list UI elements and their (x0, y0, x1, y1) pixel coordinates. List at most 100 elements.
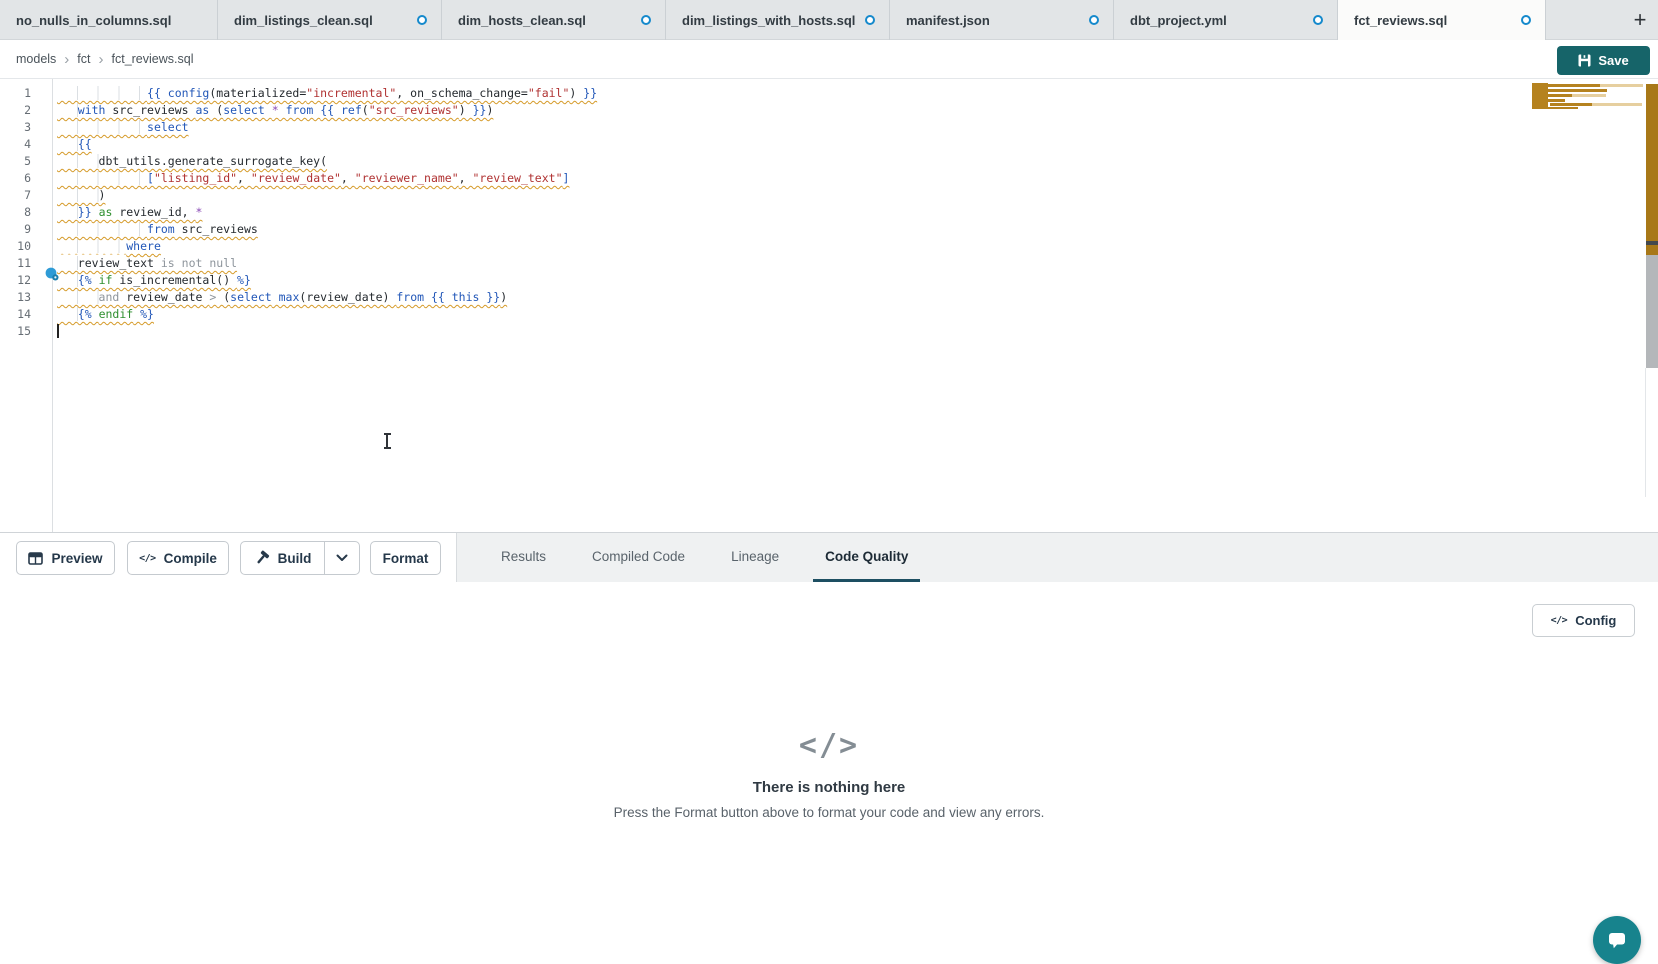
panel-tab-results[interactable]: Results (489, 533, 558, 582)
line-number: 12 (0, 272, 31, 289)
file-tab-fct_reviews.sql[interactable]: fct_reviews.sql (1338, 0, 1546, 40)
indent-whitespace (57, 205, 78, 219)
modified-dot-icon (1521, 15, 1531, 25)
code-token: }} (583, 86, 597, 100)
compile-button[interactable]: </> Compile (127, 541, 229, 575)
code-token: ) (459, 103, 473, 117)
line-number: 7 (0, 187, 31, 204)
code-token: {{ (320, 103, 341, 117)
code-token: }} (473, 103, 487, 117)
code-line-2[interactable]: 2 with src_reviews as (select * from {{ … (0, 102, 1500, 119)
panel-tab-strip: Results Compiled Code Lineage Code Quality (456, 533, 1658, 582)
breadcrumb-item[interactable]: fct (77, 52, 90, 66)
code-token: (review_date) (299, 290, 396, 304)
code-token: {% (78, 307, 99, 321)
breadcrumb-item[interactable]: models (16, 52, 56, 66)
code-line-text: ) (57, 188, 105, 202)
quick-fix-lightbulb-icon[interactable] (44, 266, 60, 282)
file-tab-dim_listings_with_hosts.sql[interactable]: dim_listings_with_hosts.sql (666, 0, 890, 40)
code-token: * (196, 205, 203, 219)
preview-button[interactable]: Preview (16, 541, 115, 575)
indent-whitespace (57, 256, 78, 270)
minimap-bar (1592, 103, 1642, 106)
new-tab-button[interactable]: + (1626, 5, 1654, 35)
build-button[interactable]: Build (240, 541, 325, 575)
code-line-8[interactable]: 8 }} as review_id, * (0, 204, 1500, 221)
code-line-7[interactable]: 7 ) (0, 187, 1500, 204)
panel-tab-compiled-code[interactable]: Compiled Code (580, 533, 697, 582)
breadcrumb-item[interactable]: fct_reviews.sql (112, 52, 194, 66)
minimap-bar (1600, 84, 1643, 87)
code-token: %} (140, 307, 154, 321)
format-button[interactable]: Format (370, 541, 441, 575)
indent-whitespace (57, 171, 147, 185)
code-token: ] (563, 171, 570, 185)
help-chat-button[interactable] (1593, 916, 1641, 964)
path-bar: models›fct›fct_reviews.sql (0, 40, 1658, 79)
code-token: "review_text" (473, 171, 563, 185)
save-button-label: Save (1598, 53, 1628, 68)
code-line-10[interactable]: 10 where (0, 238, 1500, 255)
code-line-3[interactable]: 3 select (0, 119, 1500, 136)
code-token: ) (500, 290, 507, 304)
code-line-6[interactable]: 6 ["listing_id", "review_date", "reviewe… (0, 170, 1500, 187)
minimap-bar (1548, 84, 1600, 87)
code-token: ) (486, 103, 493, 117)
breadcrumb-separator-icon: › (64, 51, 69, 68)
build-dropdown-button[interactable] (324, 541, 360, 575)
code-token: "review_date" (251, 171, 341, 185)
code-token: ) (99, 188, 106, 202)
chat-bubble-icon (1606, 929, 1628, 951)
panel-tab-code-quality[interactable]: Code Quality (813, 533, 920, 582)
code-editor[interactable]: 1 {{ config(materialized="incremental", … (0, 79, 1658, 532)
code-token: if (99, 273, 113, 287)
code-token: select (223, 103, 265, 117)
file-tab-no_nulls_in_columns.sql[interactable]: no_nulls_in_columns.sql (0, 0, 218, 40)
code-quality-panel: </> Config </> There is nothing here Pre… (0, 582, 1658, 955)
code-line-4[interactable]: 4 {{ (0, 136, 1500, 153)
line-number: 1 (0, 85, 31, 102)
code-token (265, 103, 272, 117)
file-tab-label: no_nulls_in_columns.sql (16, 13, 171, 28)
code-line-13[interactable]: 13 and review_date > (select max(review_… (0, 289, 1500, 306)
code-token: ref (341, 103, 362, 117)
code-token: "fail" (528, 86, 570, 100)
file-tab-label: dbt_project.yml (1130, 13, 1227, 28)
code-token: "incremental" (306, 86, 396, 100)
line-number: 3 (0, 119, 31, 136)
text-caret (57, 324, 59, 338)
file-tab-dim_hosts_clean.sql[interactable]: dim_hosts_clean.sql (442, 0, 666, 40)
code-line-14[interactable]: 14 {% endif %} (0, 306, 1500, 323)
line-number: 2 (0, 102, 31, 119)
code-brackets-icon: </> (0, 728, 1658, 763)
file-tab-dim_listings_clean.sql[interactable]: dim_listings_clean.sql (218, 0, 442, 40)
code-token: review_id, (112, 205, 195, 219)
line-number: 13 (0, 289, 31, 306)
line-number: 11 (0, 255, 31, 272)
hammer-icon (254, 550, 270, 566)
config-button[interactable]: </> Config (1532, 604, 1635, 637)
indent-whitespace (57, 188, 99, 202)
line-number: 8 (0, 204, 31, 221)
indent-whitespace (57, 290, 99, 304)
code-token: "reviewer_name" (355, 171, 459, 185)
code-line-15[interactable]: 15 (0, 323, 1500, 340)
code-line-11[interactable]: 11 review_text is not null (0, 255, 1500, 272)
save-button[interactable]: Save (1557, 46, 1650, 75)
minimap-bar (1548, 107, 1578, 109)
overview-ruler-thumb[interactable] (1646, 241, 1658, 245)
code-line-1[interactable]: 1 {{ config(materialized="incremental", … (0, 85, 1500, 102)
code-token: {{ this }} (431, 290, 500, 304)
empty-state: </> There is nothing here Press the Form… (0, 728, 1658, 820)
code-line-5[interactable]: 5 dbt_utils.generate_surrogate_key( (0, 153, 1500, 170)
code-token: with (78, 103, 106, 117)
file-tab-dbt_project.yml[interactable]: dbt_project.yml (1114, 0, 1338, 40)
editor-scrollbar-track[interactable] (1646, 255, 1658, 368)
panel-tab-lineage[interactable]: Lineage (719, 533, 791, 582)
code-line-12[interactable]: 12 {% if is_incremental() %} (0, 272, 1500, 289)
file-tab-manifest.json[interactable]: manifest.json (890, 0, 1114, 40)
code-token: [ (147, 171, 154, 185)
code-token (424, 290, 431, 304)
mouse-ibeam-cursor (386, 434, 388, 448)
code-line-9[interactable]: 9 from src_reviews (0, 221, 1500, 238)
